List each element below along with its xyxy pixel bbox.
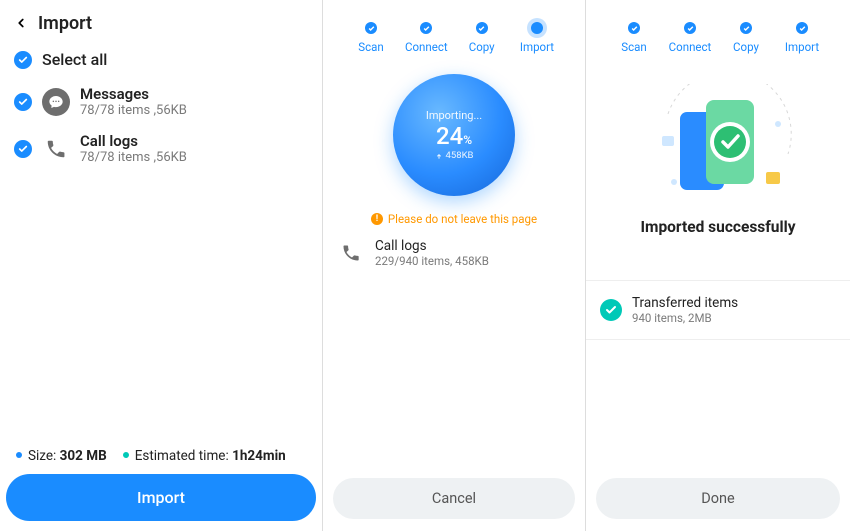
select-all-checkbox[interactable] [14, 51, 32, 69]
step-connect: Connect [664, 22, 716, 54]
page-title: Import [38, 13, 92, 34]
check-icon [18, 55, 28, 65]
data-type-row-messages[interactable]: Messages 78/78 items ,56KB [0, 79, 322, 126]
import-button[interactable]: Import [6, 474, 316, 521]
progress-percent: 24 [436, 122, 463, 150]
step-import: Import [511, 22, 563, 54]
select-all-row[interactable]: Select all [0, 40, 322, 79]
transferred-row[interactable]: Transferred items 940 items, 2MB [586, 280, 850, 340]
progress-circle: Importing... 24% 458KB [393, 74, 515, 196]
current-item-title: Call logs [375, 238, 489, 254]
calllogs-checkbox[interactable] [14, 140, 32, 158]
warning-banner: ! Please do not leave this page [323, 196, 585, 226]
done-button[interactable]: Done [596, 478, 840, 519]
dot-icon [123, 452, 129, 458]
success-illustration [586, 58, 850, 204]
step-scan: Scan [345, 22, 397, 54]
step-connect: Connect [400, 22, 452, 54]
cancel-button[interactable]: Cancel [333, 478, 575, 519]
check-icon [18, 144, 28, 154]
phone-icon [337, 239, 365, 267]
warning-icon: ! [371, 213, 383, 225]
progress-size: 458KB [446, 150, 474, 161]
step-scan: Scan [608, 22, 660, 54]
progress-stepper-done: Scan Connect Copy Import [586, 0, 850, 58]
importing-label: Importing... [426, 109, 482, 122]
step-copy: Copy [456, 22, 508, 54]
chevron-left-icon [14, 16, 28, 30]
step-copy: Copy [720, 22, 772, 54]
success-check-icon [600, 299, 622, 321]
messages-title: Messages [80, 85, 187, 103]
import-selection-panel: Import Select all Messages 78/78 items ,… [0, 0, 323, 531]
messages-checkbox[interactable] [14, 93, 32, 111]
data-type-row-calllogs[interactable]: Call logs 78/78 items ,56KB [0, 126, 322, 173]
import-progress-panel: Scan Connect Copy Import Importing... 24… [323, 0, 586, 531]
progress-stepper: Scan Connect Copy Import [323, 0, 585, 58]
current-item: Call logs 229/940 items, 458KB [323, 226, 585, 268]
import-done-panel: Scan Connect Copy Import Imported succes… [586, 0, 850, 531]
phone-icon [42, 135, 70, 163]
select-all-label: Select all [42, 50, 107, 69]
back-button[interactable] [10, 12, 32, 34]
messages-subtitle: 78/78 items ,56KB [80, 103, 187, 118]
transferred-title: Transferred items [632, 295, 738, 311]
transferred-sub: 940 items, 2MB [632, 311, 738, 325]
step-import: Import [776, 22, 828, 54]
import-stats: Size: 302 MB Estimated time: 1h24min [6, 442, 316, 474]
current-item-sub: 229/940 items, 458KB [375, 254, 489, 268]
success-title: Imported successfully [586, 204, 850, 236]
dot-icon [16, 452, 22, 458]
check-icon [18, 97, 28, 107]
calllogs-title: Call logs [80, 132, 187, 150]
size-value: 302 MB [60, 448, 107, 464]
upload-icon [435, 152, 443, 160]
eta-value: 1h24min [232, 448, 286, 464]
calllogs-subtitle: 78/78 items ,56KB [80, 150, 187, 165]
messages-icon [42, 88, 70, 116]
